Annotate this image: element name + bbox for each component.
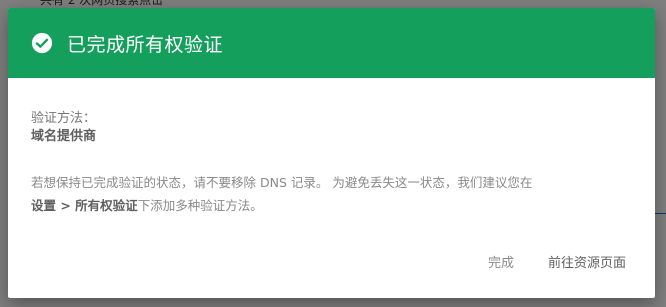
- info-text: 若想保持已完成验证的状态，请不要移除 DNS 记录。 为避免丢失这一状态，我们建…: [31, 171, 641, 217]
- settings-path: 设置 > 所有权验证: [31, 198, 138, 213]
- verification-dialog: 已完成所有权验证 验证方法： 域名提供商 若想保持已完成验证的状态，请不要移除 …: [8, 8, 655, 298]
- dialog-title: 已完成所有权验证: [67, 33, 224, 56]
- dialog-header: 已完成所有权验证: [8, 8, 655, 78]
- info-line-1: 若想保持已完成验证的状态，请不要移除 DNS 记录。 为避免丢失这一状态，我们建…: [31, 175, 533, 190]
- done-button[interactable]: 完成: [488, 248, 514, 275]
- verification-method-label: 验证方法：: [31, 111, 97, 126]
- go-to-resource-button[interactable]: 前往资源页面: [548, 248, 626, 275]
- verification-method-value: 域名提供商: [31, 129, 97, 144]
- check-circle-icon: [31, 32, 53, 54]
- info-line-2: 设置 > 所有权验证下添加多种验证方法。: [31, 194, 641, 217]
- dialog-body: 验证方法： 域名提供商 若想保持已完成验证的状态，请不要移除 DNS 记录。 为…: [8, 78, 655, 217]
- info-line-2-rest: 下添加多种验证方法。: [137, 198, 263, 213]
- dialog-actions: 完成 前往资源页面: [488, 248, 626, 275]
